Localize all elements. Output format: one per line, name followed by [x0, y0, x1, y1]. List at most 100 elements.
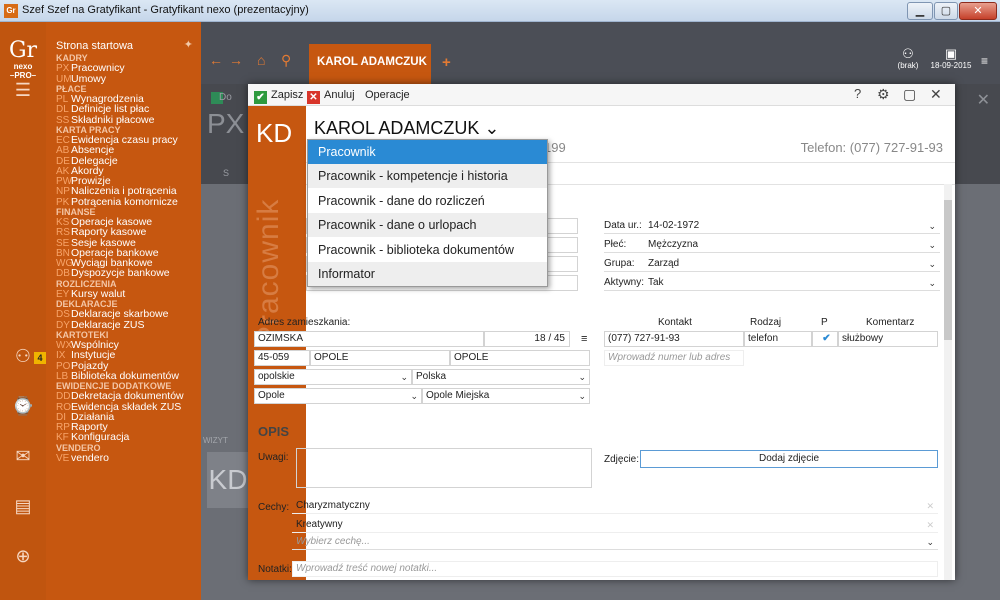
background-kd-badge: KD — [207, 452, 249, 508]
navigation-menu: ✦ Strona startowa KADRY PX Pracownicy UMUmow… — [46, 22, 201, 600]
menu-item-ve[interactable]: VE vendero — [46, 453, 201, 464]
back-arrow-icon[interactable]: ← — [209, 52, 223, 68]
city-input[interactable]: OPOLE — [310, 350, 450, 366]
house-number-input[interactable]: 18 / 45 — [484, 331, 570, 347]
mail-icon[interactable]: ✉ — [10, 444, 36, 468]
menu-item-lb[interactable]: LB Biblioteka dokumentów — [46, 371, 201, 382]
county-select[interactable]: Opole ⌄ — [254, 388, 422, 404]
menu-item-ab[interactable]: AB Absencje — [46, 145, 201, 156]
date-widget[interactable]: ▣ 18-09-2015 — [929, 47, 973, 71]
menu-item-label: Deklaracje ZUS — [71, 318, 145, 331]
commune-select[interactable]: Opole Miejska ⌄ — [422, 388, 590, 404]
save-button[interactable]: ✔ Zapisz — [254, 88, 303, 104]
tab-karol-adamczuk[interactable]: KAROL ADAMCZUK — [309, 44, 431, 90]
address-menu-icon[interactable]: ≡ — [581, 333, 587, 345]
menu-item-code: PX — [56, 63, 70, 75]
menu-item-wx[interactable]: WXWspólnicy — [46, 340, 201, 351]
remove-trait-icon[interactable]: ✕ — [926, 498, 934, 514]
user-status[interactable]: ⚇ (brak) — [886, 47, 930, 71]
new-tab-icon[interactable]: + — [442, 54, 451, 71]
menu-item-label: Umowy — [71, 72, 107, 85]
menu-item-start[interactable]: Strona startowa — [46, 41, 201, 53]
active-field[interactable]: Aktywny: Tak ⌄ — [604, 275, 940, 291]
menu-item-ix[interactable]: IX Instytucje — [46, 350, 201, 361]
cancel-button[interactable]: ✕ Anuluj — [307, 88, 355, 104]
menu-item-ak[interactable]: AK Akordy — [46, 166, 201, 177]
menu-section-header: VENDERO — [56, 442, 101, 453]
add-photo-button[interactable]: Dodaj zdjęcie — [640, 450, 938, 468]
menu-item-code: NP — [56, 186, 70, 198]
search-icon[interactable]: ⚲ — [281, 52, 291, 69]
menu-item-um[interactable]: UMUmowy — [46, 72, 201, 85]
notes-textarea[interactable] — [296, 448, 592, 488]
contacts-header-comment: Komentarz — [866, 317, 915, 328]
maximize-dialog-icon[interactable]: ▢ — [903, 86, 916, 103]
document-icon[interactable]: ▤ — [10, 494, 36, 518]
chevron-down-icon: ⌄ — [928, 259, 936, 269]
menu-item-dy[interactable]: DYDeklaracje ZUS — [46, 318, 201, 331]
new-contact-input[interactable]: Wprowadź numer lub adres — [604, 350, 744, 366]
chevron-down-icon: ⌄ — [928, 240, 936, 250]
add-module-icon[interactable]: ⊕ — [10, 544, 36, 568]
chevron-down-icon: ⌄ — [928, 278, 936, 288]
window-title: Szef Szef na Gratyfikant - Gratyfikant n… — [22, 4, 309, 16]
memo-input[interactable]: Wprowadź treść nowej notatki... — [292, 561, 938, 577]
birth-date-field[interactable]: Data ur.: 14-02-1972 ⌄ — [604, 218, 940, 234]
menu-item-px[interactable]: PX Pracownicy — [46, 63, 201, 75]
menu-item-db[interactable]: DBDyspozycje bankowe — [46, 268, 201, 279]
menu-item-ro[interactable]: ROEwidencja składek ZUS — [46, 401, 201, 412]
menu-item-ec[interactable]: ECEwidencja czasu pracy — [46, 135, 201, 146]
forward-arrow-icon[interactable]: → — [229, 52, 243, 68]
vertical-scrollbar[interactable] — [944, 184, 952, 580]
scrollbar-thumb[interactable] — [944, 200, 952, 340]
menu-item-di[interactable]: DI Działania — [46, 412, 201, 423]
background-partial-label: Do — [219, 92, 232, 103]
check-icon: ✔ — [254, 91, 267, 104]
memo-label: Notatki: — [258, 564, 292, 575]
left-rail: Gr nexo –PRO– ☰ ⚇ 4 ⌚ ✉ ▤ ⊕ — [0, 22, 46, 600]
country-select[interactable]: Polska ⌄ — [412, 369, 590, 385]
close-window-button[interactable]: ✕ — [959, 2, 997, 20]
contact-comment-cell[interactable]: służbowy — [838, 331, 938, 347]
street-input[interactable]: OZIMSKA — [254, 331, 484, 347]
users-icon[interactable]: ⚇ — [10, 344, 36, 368]
menu-item-kf[interactable]: KF Konfiguracja — [46, 432, 201, 443]
app-logo[interactable]: Gr nexo –PRO– — [6, 40, 40, 81]
menu-toggle-icon[interactable]: ☰ — [10, 78, 36, 102]
employee-name-dropdown[interactable]: KAROL ADAMCZUK ⌄ — [314, 118, 499, 139]
contact-type-cell[interactable]: telefon — [744, 331, 812, 347]
help-button[interactable]: ? — [854, 86, 861, 101]
close-dialog-icon[interactable]: ✕ — [930, 86, 942, 103]
dropdown-option[interactable]: Pracownik — [308, 140, 547, 164]
hamburger-icon[interactable]: ≡ — [981, 54, 988, 68]
trait-select[interactable]: Wybierz cechę... ⌄ — [292, 534, 938, 550]
calendar-icon[interactable]: ⌚ — [10, 394, 36, 418]
dropdown-option[interactable]: Pracownik - dane do rozliczeń — [308, 189, 547, 213]
contact-primary-checkbox[interactable]: ✔ — [812, 331, 838, 347]
window-titlebar: Gr Szef Szef na Gratyfikant - Gratyfikan… — [0, 0, 1000, 22]
menu-item-de[interactable]: DEDelegacje — [46, 155, 201, 166]
dropdown-option[interactable]: Pracownik - kompetencje i historia — [308, 164, 547, 189]
menu-item-pk[interactable]: PK Potrącenia komornicze — [46, 196, 201, 207]
menu-item-ss[interactable]: SS Składniki płacowe — [46, 114, 201, 125]
post-city-input[interactable]: OPOLE — [450, 350, 590, 366]
dropdown-option[interactable]: Pracownik - biblioteka dokumentów — [308, 238, 547, 262]
sex-field[interactable]: Płeć: Mężczyzna ⌄ — [604, 237, 940, 253]
remove-trait-icon[interactable]: ✕ — [926, 517, 934, 533]
menu-item-code: RS — [56, 227, 70, 239]
maximize-button[interactable]: ▢ — [934, 2, 958, 20]
home-icon[interactable]: ⌂ — [257, 52, 265, 68]
dropdown-option[interactable]: Pracownik - dane o urlopach — [308, 213, 547, 238]
voivodeship-select[interactable]: opolskie ⌄ — [254, 369, 412, 385]
operations-menu-button[interactable]: Operacje — [365, 88, 410, 102]
menu-item-ey[interactable]: EY Kursy walut — [46, 289, 201, 300]
notification-badge: 4 — [34, 352, 46, 364]
notes-label: Uwagi: — [258, 452, 289, 463]
minimize-button[interactable]: ▁ — [907, 2, 933, 20]
postcode-input[interactable]: 45-059 — [254, 350, 310, 366]
background-s-label: S — [223, 168, 230, 178]
contact-value-cell[interactable]: (077) 727-91-93 — [604, 331, 744, 347]
group-field[interactable]: Grupa: Zarząd ⌄ — [604, 256, 940, 272]
dropdown-option[interactable]: Informator — [308, 262, 547, 286]
gear-icon[interactable]: ⚙ — [877, 86, 890, 103]
